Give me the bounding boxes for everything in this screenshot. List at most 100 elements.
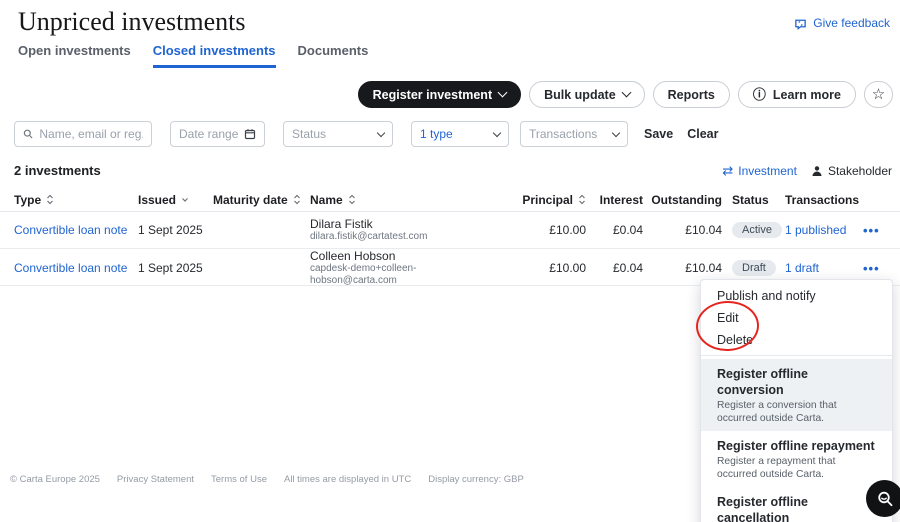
date-range-label: Date range	[179, 127, 238, 141]
interest-value: £0.04	[586, 261, 643, 275]
reports-button[interactable]: Reports	[653, 81, 730, 108]
sort-icon	[46, 194, 54, 205]
menu-item-title: Register offline repayment	[717, 438, 876, 454]
header-maturity-date[interactable]: Maturity date	[213, 193, 310, 207]
investment-type-link[interactable]: Convertible loan note	[14, 261, 138, 275]
outstanding-value: £10.04	[643, 223, 722, 237]
row-actions-menu-button[interactable]: •••	[863, 223, 893, 238]
bulk-update-label: Bulk update	[544, 88, 616, 102]
transactions-filter-select[interactable]: Transactions	[520, 121, 628, 147]
transactions-filter-label: Transactions	[529, 127, 597, 141]
status-filter-label: Status	[292, 127, 326, 141]
transactions-link[interactable]: 1 draft	[775, 261, 863, 275]
header-status: Status	[722, 193, 775, 207]
principal-value: £10.00	[491, 261, 586, 275]
calendar-icon	[244, 128, 256, 140]
issued-date: 1 Sept 2025	[138, 261, 213, 275]
type-filter-value: 1 type	[420, 127, 453, 141]
view-toggles: ⇄ Investment Stakeholder	[722, 164, 892, 178]
search-input[interactable]	[39, 127, 143, 141]
row-actions-menu-button[interactable]: •••	[863, 261, 893, 276]
menu-divider	[701, 355, 892, 356]
menu-item-publish-and-notify[interactable]: Publish and notify	[701, 285, 892, 307]
interest-value: £0.04	[586, 223, 643, 237]
header-interest: Interest	[586, 193, 643, 207]
utc-notice: All times are displayed in UTC	[284, 474, 411, 485]
zoom-widget-button[interactable]	[866, 480, 900, 517]
table-row: Convertible loan note 1 Sept 2025 Dilara…	[0, 212, 900, 249]
header-outstanding: Outstanding	[643, 193, 722, 207]
topbar: Unpriced investments Give feedback	[0, 0, 900, 38]
transactions-link[interactable]: 1 published	[775, 223, 863, 237]
tab-documents[interactable]: Documents	[298, 43, 369, 68]
chevron-down-icon	[498, 88, 508, 98]
stakeholder-email: capdesk-demo+colleen-hobson@carta.com	[310, 263, 491, 287]
chevron-down-icon	[377, 128, 385, 136]
stakeholder-name: Dilara Fistik	[310, 217, 491, 231]
bulk-update-button[interactable]: Bulk update	[529, 81, 645, 108]
view-toggle-stakeholder[interactable]: Stakeholder	[811, 164, 892, 178]
save-filters-button[interactable]: Save	[644, 127, 673, 141]
context-menu: Publish and notify Edit Delete Register …	[700, 279, 893, 522]
menu-item-register-offline-cancellation[interactable]: Register offline cancellation Register a…	[701, 487, 892, 522]
search-field[interactable]	[14, 121, 152, 147]
status-filter-select[interactable]: Status	[283, 121, 393, 147]
summary-row: 2 investments ⇄ Investment Stakeholder	[0, 163, 900, 178]
sort-desc-icon	[181, 197, 189, 203]
chevron-down-icon	[621, 88, 631, 98]
menu-item-title: Register offline conversion	[717, 366, 876, 398]
clear-filters-button[interactable]: Clear	[687, 127, 718, 141]
stakeholder-cell: Dilara Fistik dilara.fistik@cartatest.co…	[310, 217, 491, 243]
header-name[interactable]: Name	[310, 193, 491, 207]
sort-icon	[578, 194, 586, 205]
display-currency: Display currency: GBP	[428, 474, 524, 485]
stakeholder-email: dilara.fistik@cartatest.com	[310, 231, 491, 243]
status-cell: Active	[722, 222, 775, 238]
info-icon: ⓘ	[753, 88, 766, 101]
filters-row: Date range Status 1 type Transactions Sa…	[0, 121, 900, 147]
menu-item-description: Register a conversion that occurred outs…	[717, 400, 876, 425]
menu-item-description: Register a repayment that occurred outsi…	[717, 456, 876, 481]
swap-arrows-icon: ⇄	[722, 164, 733, 177]
investments-count: 2 investments	[14, 163, 101, 178]
date-range-field[interactable]: Date range	[170, 121, 265, 147]
principal-value: £10.00	[491, 223, 586, 237]
stakeholder-cell: Colleen Hobson capdesk-demo+colleen-hobs…	[310, 249, 491, 287]
sort-icon	[348, 194, 356, 205]
menu-item-register-offline-conversion[interactable]: Register offline conversion Register a c…	[701, 359, 892, 431]
give-feedback-label: Give feedback	[813, 16, 890, 30]
learn-more-button[interactable]: ⓘ Learn more	[738, 81, 856, 108]
view-toggle-investment-label: Investment	[738, 164, 797, 178]
type-filter-select[interactable]: 1 type	[411, 121, 509, 147]
view-toggle-investment[interactable]: ⇄ Investment	[722, 164, 797, 178]
sort-icon	[293, 194, 301, 205]
feedback-icon	[794, 17, 807, 30]
menu-item-edit[interactable]: Edit	[701, 307, 892, 329]
stakeholder-name: Colleen Hobson	[310, 249, 491, 263]
person-icon	[811, 165, 823, 177]
privacy-statement-link[interactable]: Privacy Statement	[117, 474, 194, 485]
register-investment-label: Register investment	[373, 88, 492, 102]
outstanding-value: £10.04	[643, 261, 722, 275]
register-investment-button[interactable]: Register investment	[358, 81, 521, 108]
learn-more-label: Learn more	[773, 88, 841, 102]
menu-item-register-offline-repayment[interactable]: Register offline repayment Register a re…	[701, 431, 892, 487]
menu-item-delete[interactable]: Delete	[701, 329, 892, 351]
give-feedback-link[interactable]: Give feedback	[794, 16, 890, 30]
tab-closed-investments[interactable]: Closed investments	[153, 43, 276, 68]
actions-row: Register investment Bulk update Reports …	[0, 81, 900, 108]
header-transactions: Transactions	[775, 193, 863, 207]
favorite-button[interactable]: ☆	[864, 81, 893, 108]
chevron-down-icon	[493, 128, 501, 136]
tab-open-investments[interactable]: Open investments	[18, 43, 131, 68]
header-issued[interactable]: Issued	[138, 193, 213, 207]
table-header-row: Type Issued Maturity date Name Principal…	[0, 188, 900, 212]
header-type[interactable]: Type	[14, 193, 138, 207]
investment-type-link[interactable]: Convertible loan note	[14, 223, 138, 237]
view-toggle-stakeholder-label: Stakeholder	[828, 164, 892, 178]
header-principal[interactable]: Principal	[491, 193, 586, 207]
star-icon: ☆	[872, 87, 885, 102]
terms-of-use-link[interactable]: Terms of Use	[211, 474, 267, 485]
search-icon	[23, 128, 33, 140]
investments-table: Type Issued Maturity date Name Principal…	[0, 188, 900, 286]
